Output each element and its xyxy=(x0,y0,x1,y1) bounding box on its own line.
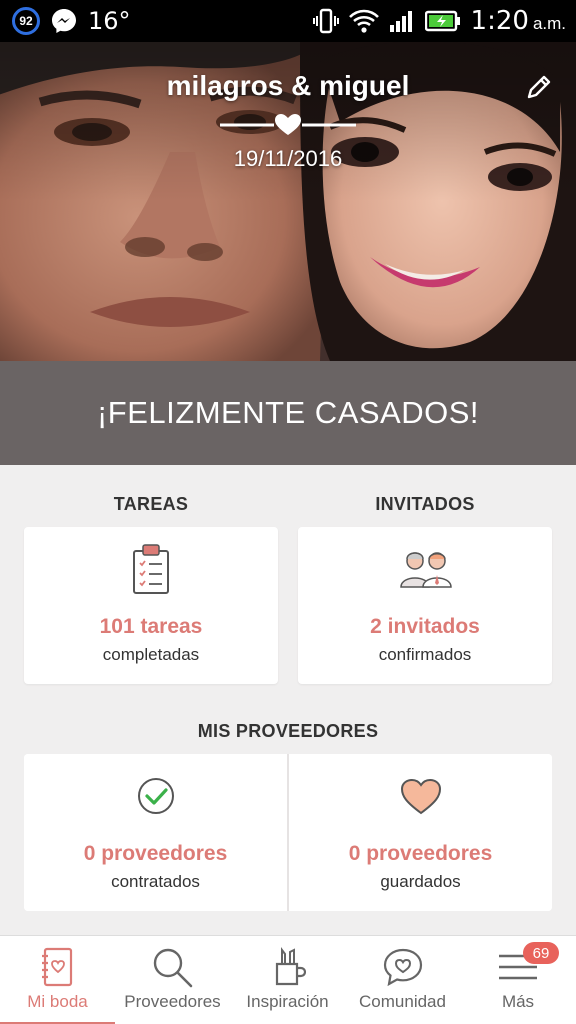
nav-mi-boda[interactable]: Mi boda xyxy=(0,936,115,1024)
heart-icon xyxy=(400,778,441,815)
status-bar-left: 92 16° xyxy=(12,6,131,36)
nav-label-mas: Más xyxy=(501,992,535,1011)
check-circle-icon xyxy=(137,778,174,814)
guests-title: INVITADOS xyxy=(375,494,475,514)
vendors-saved-count: 0 proveedores xyxy=(348,842,493,865)
signal-icon xyxy=(389,11,412,32)
wifi-icon xyxy=(348,9,379,33)
vendors-hired-sub: contratados xyxy=(111,872,200,891)
nav-label-proveedores: Proveedores xyxy=(124,992,221,1011)
tasks-sub: completadas xyxy=(102,645,200,664)
guests-count: 2 invitados xyxy=(370,615,480,638)
tasks-card[interactable]: 101 tareas completadas xyxy=(24,527,278,684)
status-bar: 92 16° 1:20 a.m. xyxy=(0,0,576,42)
heart-divider-icon xyxy=(220,114,356,135)
nav-label-mi-boda: Mi boda xyxy=(27,992,88,1011)
status-banner: ¡FELIZMENTE CASADOS! xyxy=(0,361,576,465)
vendors-hired-card[interactable]: 0 proveedores contratados xyxy=(24,754,287,911)
nav-label-comunidad: Comunidad xyxy=(359,992,446,1011)
temperature: 16° xyxy=(88,7,131,35)
nav-proveedores[interactable]: Proveedores xyxy=(115,936,230,1024)
tasks-title: TAREAS xyxy=(113,494,189,514)
battery-charging-icon xyxy=(424,10,460,32)
vibrate-icon xyxy=(312,8,339,34)
guests-card[interactable]: 2 invitados confirmados xyxy=(298,527,552,684)
vendors-saved-sub: guardados xyxy=(380,872,461,891)
pencil-cup-icon xyxy=(275,947,306,986)
messenger-icon xyxy=(52,9,76,33)
couple-name: milagros & miguel xyxy=(166,70,410,101)
wedding-date: 19/11/2016 xyxy=(233,146,343,171)
clock-ampm: a.m. xyxy=(532,14,566,33)
tasks-count: 101 tareas xyxy=(99,615,203,638)
nav-label-inspiracion: Inspiración xyxy=(246,992,329,1011)
nav-comunidad[interactable]: Comunidad xyxy=(345,936,460,1024)
notification-count-badge: 92 xyxy=(12,7,40,35)
vendors-saved-card[interactable]: 0 proveedores guardados xyxy=(289,754,552,911)
guests-sub: confirmados xyxy=(378,645,472,664)
cover-photo[interactable]: milagros & miguel 19/11/2016 xyxy=(0,42,576,361)
status-bar-right: 1:20 a.m. xyxy=(312,6,566,36)
clock: 1:20 xyxy=(470,6,529,36)
chat-heart-icon xyxy=(383,948,422,987)
vendors-hired-count: 0 proveedores xyxy=(83,842,228,865)
bottom-navigation: Mi boda Proveedores Inspiración Comunida… xyxy=(0,935,576,1024)
nav-inspiracion[interactable]: Inspiración xyxy=(230,936,345,1024)
more-notification-badge: 69 xyxy=(523,942,559,964)
edit-pencil-icon[interactable] xyxy=(524,72,554,102)
search-icon xyxy=(153,948,192,988)
clipboard-checklist-icon xyxy=(133,544,169,594)
vendors-card: 0 proveedores contratados 0 proveedores … xyxy=(24,754,552,911)
vendors-title: MIS PROVEEDORES xyxy=(197,721,379,741)
guests-icon xyxy=(400,552,452,588)
notebook-icon xyxy=(41,947,72,987)
